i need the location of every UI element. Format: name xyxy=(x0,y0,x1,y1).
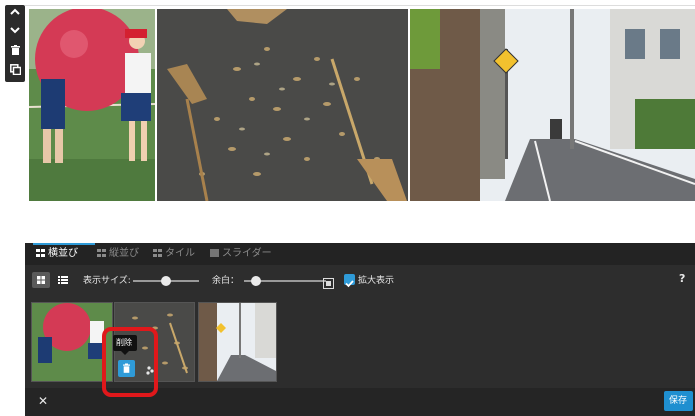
margin-label: 余白： xyxy=(212,276,240,286)
thumbnail-1[interactable] xyxy=(31,302,113,382)
slideshow-icon xyxy=(210,249,219,257)
tab-horizontal[interactable]: 横並び xyxy=(36,243,78,265)
duplicate-icon[interactable] xyxy=(5,64,25,79)
tab-label: タイル xyxy=(165,248,195,259)
tab-label: スライダー xyxy=(222,248,272,259)
block-toolbar xyxy=(5,5,25,82)
margin-slider-handle[interactable] xyxy=(251,276,262,286)
gallery-photo-1[interactable] xyxy=(29,9,155,201)
grid-view-button[interactable] xyxy=(32,272,50,288)
thumbnail-3[interactable] xyxy=(198,302,277,382)
highlight-annotation xyxy=(102,327,158,397)
tab-slider[interactable]: スライダー xyxy=(210,243,272,265)
gallery-photo-3[interactable] xyxy=(410,9,695,201)
grid-icon xyxy=(153,249,162,257)
gallery-canvas xyxy=(25,5,695,244)
trash-icon[interactable] xyxy=(5,45,25,59)
enlarge-label: 拡大表示 xyxy=(358,276,395,286)
chevron-down-icon[interactable] xyxy=(5,26,25,38)
chevron-up-icon[interactable] xyxy=(5,8,25,20)
enlarge-checkbox[interactable] xyxy=(344,274,355,288)
tab-label: 縦並び xyxy=(109,248,139,259)
help-button[interactable]: ? xyxy=(679,273,685,285)
layout-tabs: 横並び 縦並び タイル スライダー xyxy=(25,243,695,265)
tab-vertical[interactable]: 縦並び xyxy=(97,243,139,265)
list-view-button[interactable] xyxy=(54,272,72,288)
close-icon[interactable]: ✕ xyxy=(38,395,48,407)
tab-tile[interactable]: タイル xyxy=(153,243,195,265)
display-size-label: 表示サイズ: xyxy=(83,276,131,286)
save-label: 保存 xyxy=(669,396,688,406)
grid-icon xyxy=(97,249,106,257)
grid-icon xyxy=(36,249,45,257)
display-size-slider-handle[interactable] xyxy=(161,276,171,286)
tab-label: 横並び xyxy=(48,248,78,259)
zoom-icon xyxy=(323,274,334,289)
save-button[interactable]: 保存 xyxy=(664,391,693,411)
gallery-photo-2[interactable] xyxy=(157,9,408,201)
settings-row: 表示サイズ: 余白： 拡大表示 ? xyxy=(25,265,695,295)
